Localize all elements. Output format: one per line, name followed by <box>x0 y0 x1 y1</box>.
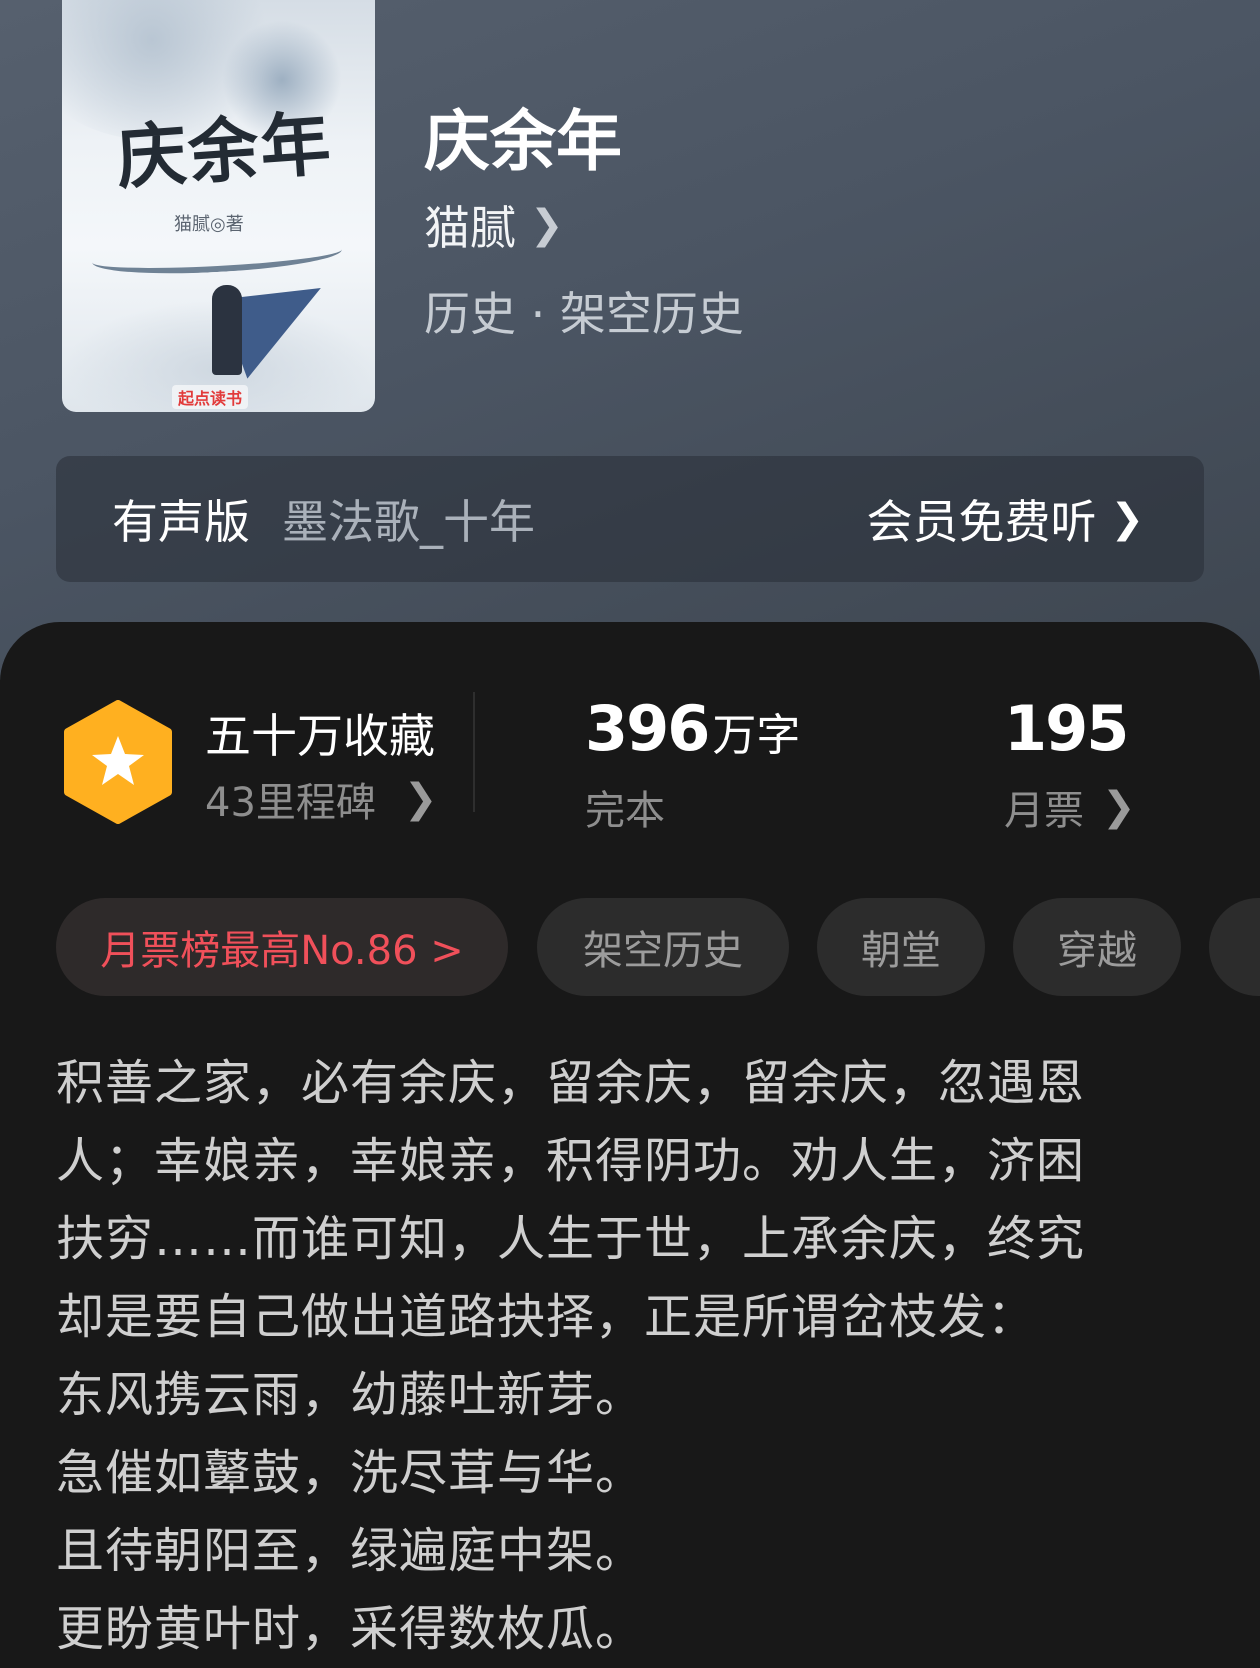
word-count: 396 万字 <box>585 692 800 765</box>
tag-list: 月票榜最高No.86 > 架空历史 朝堂 穿越 影 <box>56 898 1260 996</box>
word-count-number: 396 <box>585 692 710 765</box>
completion-status: 完本 <box>585 788 665 834</box>
author-link[interactable]: 猫腻 ❯ <box>424 192 564 258</box>
monthly-votes-count: 195 <box>1004 692 1129 765</box>
star-hexagon-badge-icon[interactable] <box>62 700 174 824</box>
author-name: 猫腻 <box>424 201 516 255</box>
chevron-right-icon: ❯ <box>1102 784 1136 830</box>
monthly-votes-label: 月票 <box>1004 788 1084 834</box>
member-free-listen-button[interactable]: 会员免费听 ❯ <box>866 486 1144 552</box>
tag-alt-history[interactable]: 架空历史 <box>537 898 789 996</box>
synopsis-line: 急催如鼙鼓，洗尽茸与华。 <box>56 1445 645 1501</box>
tag-time-travel[interactable]: 穿越 <box>1013 898 1181 996</box>
book-cover-image[interactable]: 庆余年 猫腻◎著 起点读书 <box>62 0 375 412</box>
synopsis-line: 扶穷……而谁可知，人生于世，上承余庆，终究 <box>56 1211 1086 1267</box>
tag-more[interactable]: 影 <box>1209 898 1260 996</box>
audio-narrator: 墨法歌_十年 <box>282 495 535 549</box>
book-synopsis[interactable]: 积善之家，必有余庆，留余庆，留余庆，忽遇恩 人；幸娘亲，幸娘亲，积得阴功。劝人生… <box>56 1044 1176 1668</box>
cover-figure-decoration <box>212 285 242 375</box>
member-free-listen-label: 会员免费听 <box>866 495 1097 549</box>
cover-publisher-logo: 起点读书 <box>172 385 249 409</box>
chevron-right-icon: ❯ <box>1110 496 1144 542</box>
audio-label: 有声版 <box>112 495 250 549</box>
synopsis-line: 人；幸娘亲，幸娘亲，积得阴功。劝人生，济困 <box>56 1133 1086 1189</box>
monthly-votes-link[interactable]: 月票 ❯ <box>1004 778 1136 836</box>
book-title: 庆余年 <box>424 102 622 180</box>
book-category: 历史 · 架空历史 <box>424 287 744 341</box>
cover-author-credit: 猫腻◎著 <box>174 214 244 235</box>
cover-title-art: 庆余年 <box>113 101 335 200</box>
collection-milestone-title[interactable]: 五十万收藏 <box>205 700 435 766</box>
milestone-link[interactable]: 43里程碑 ❯ <box>205 770 437 828</box>
tag-monthly-rank[interactable]: 月票榜最高No.86 > <box>56 898 508 996</box>
word-count-unit: 万字 <box>712 710 801 761</box>
synopsis-line: 更盼黄叶时，采得数枚瓜。 <box>56 1601 645 1657</box>
synopsis-line: 积善之家，必有余庆，留余庆，留余庆，忽遇恩 <box>56 1055 1086 1111</box>
audio-version-bar[interactable]: 有声版 墨法歌_十年 会员免费听 ❯ <box>56 456 1204 582</box>
chevron-right-icon: ❯ <box>530 202 564 248</box>
milestone-count: 43里程碑 <box>205 780 376 826</box>
synopsis-line: 且待朝阳至，绿遍庭中架。 <box>56 1523 645 1579</box>
chevron-right-icon: ❯ <box>403 776 438 822</box>
stats-divider <box>473 692 475 812</box>
synopsis-line: 却是要自己做出道路抉择，正是所谓岔枝发： <box>56 1289 1037 1345</box>
synopsis-line: 东风携云雨，幼藤吐新芽。 <box>56 1367 645 1423</box>
tag-court[interactable]: 朝堂 <box>817 898 985 996</box>
